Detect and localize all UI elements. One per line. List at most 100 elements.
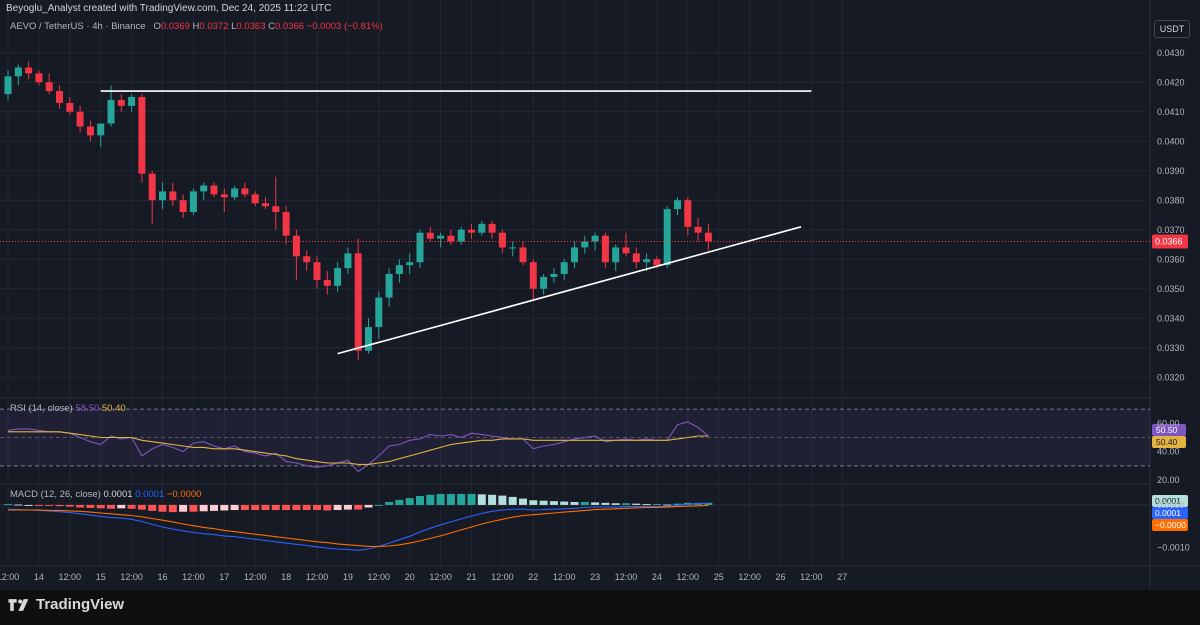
candle-body bbox=[601, 235, 609, 263]
macd-histogram-bar bbox=[65, 504, 74, 507]
candle-body bbox=[189, 191, 197, 213]
candle-body bbox=[694, 226, 702, 233]
symbol-legend: AEVO / TetherUS · 4h · Binance O0.0369 H… bbox=[10, 21, 383, 32]
candle-body bbox=[159, 191, 166, 201]
candle-body bbox=[97, 123, 105, 136]
macd-histogram-bar bbox=[107, 504, 115, 509]
candle-body bbox=[653, 259, 661, 266]
candle-body bbox=[117, 99, 125, 106]
rsi-legend[interactable]: RSI (14, close) 58.50 50.40 bbox=[10, 403, 126, 414]
macd-value-label: −0.0000 bbox=[1155, 520, 1186, 530]
candle-body bbox=[14, 67, 22, 77]
tradingview-logo[interactable]: TradingView bbox=[8, 596, 124, 613]
macd-histogram-bar bbox=[560, 501, 569, 505]
candle-body bbox=[76, 111, 84, 127]
close-value: 0.0366 bbox=[275, 21, 305, 32]
macd-hist-value: 0.0001 bbox=[103, 489, 133, 500]
macd-histogram-bar bbox=[395, 499, 404, 505]
macd-histogram-bar bbox=[210, 504, 218, 511]
price-tick-label: 0.0350 bbox=[1157, 284, 1185, 294]
symbol-name[interactable]: AEVO / TetherUS · 4h · Binance bbox=[10, 21, 146, 32]
candle-body bbox=[612, 247, 620, 263]
candle-body bbox=[498, 232, 506, 248]
chart-canvas: 0.0366 50.5050.40 0.00010.0001 −0.0000 12… bbox=[0, 0, 1200, 590]
macd-line-value: 0.0001 bbox=[135, 489, 165, 500]
x-tick-label: 12:00 bbox=[429, 572, 452, 582]
rsi-ma-value: 50.40 bbox=[101, 403, 126, 414]
candle-body bbox=[35, 73, 43, 83]
macd-histogram-bar bbox=[240, 504, 249, 511]
candle-body bbox=[560, 262, 568, 274]
candle-body bbox=[488, 223, 496, 233]
price-tick-label: 0.0380 bbox=[1157, 195, 1185, 205]
change-value: −0.0003 (−0.81%) bbox=[306, 21, 383, 32]
macd-histogram-bar bbox=[632, 503, 641, 505]
rsi-tick-label: 60.00 bbox=[1157, 418, 1180, 428]
chart-root: 0.0366 50.5050.40 0.00010.0001 −0.0000 12… bbox=[0, 0, 1200, 625]
currency-button[interactable]: USDT bbox=[1154, 20, 1190, 38]
macd-histogram-bar bbox=[663, 504, 672, 506]
rsi-value: 58.50 bbox=[75, 403, 100, 414]
candle-body bbox=[25, 67, 33, 74]
candle-body bbox=[365, 327, 372, 351]
macd-tick-label: 0.0000 bbox=[1157, 500, 1185, 510]
macd-title: MACD (12, 26, close) bbox=[10, 489, 101, 500]
candle-body bbox=[344, 253, 352, 269]
macd-legend[interactable]: MACD (12, 26, close) 0.0001 0.0001 −0.00… bbox=[10, 489, 201, 500]
candle-body bbox=[468, 229, 475, 233]
macd-histogram-bar bbox=[251, 504, 260, 511]
x-tick-label: 12:00 bbox=[677, 572, 700, 582]
macd-histogram-bar bbox=[405, 498, 414, 505]
open-value: 0.0369 bbox=[160, 21, 190, 32]
x-tick-label: 18 bbox=[281, 572, 291, 582]
price-tick-label: 0.0410 bbox=[1157, 107, 1185, 117]
macd-histogram-bar bbox=[292, 504, 301, 511]
rsi-tick-label: 20.00 bbox=[1157, 475, 1180, 485]
macd-histogram-bar bbox=[168, 504, 177, 513]
x-tick-label: 17 bbox=[219, 572, 229, 582]
candle-body bbox=[581, 241, 589, 248]
candle-body bbox=[395, 265, 403, 274]
rsi-pane: 50.5050.40 bbox=[0, 408, 1186, 473]
candle-body bbox=[107, 99, 115, 124]
candle-body bbox=[303, 256, 311, 263]
x-tick-label: 12:00 bbox=[491, 572, 514, 582]
macd-histogram-bar bbox=[333, 504, 342, 511]
price-tick-label: 0.0320 bbox=[1157, 372, 1185, 382]
x-tick-label: 12:00 bbox=[368, 572, 391, 582]
macd-histogram-bar bbox=[282, 504, 291, 511]
candle-body bbox=[334, 268, 342, 286]
candle-body bbox=[406, 262, 414, 266]
x-tick-label: 12:00 bbox=[553, 572, 576, 582]
candle-body bbox=[704, 232, 712, 242]
candle-body bbox=[674, 200, 681, 210]
macd-histogram-bar bbox=[436, 493, 445, 505]
macd-histogram-bar bbox=[591, 502, 600, 505]
macd-histogram-bar bbox=[529, 500, 538, 505]
candle-body bbox=[591, 235, 599, 242]
open-label: O bbox=[153, 21, 161, 32]
rsi-title: RSI (14, close) bbox=[10, 403, 73, 414]
tradingview-brand-text: TradingView bbox=[36, 596, 125, 613]
macd-histogram-bar bbox=[4, 504, 12, 506]
macd-histogram-bar bbox=[55, 504, 64, 507]
macd-histogram-bar bbox=[519, 498, 527, 505]
macd-histogram-bar bbox=[313, 504, 321, 511]
macd-histogram-bar bbox=[45, 504, 54, 506]
candle-body bbox=[529, 262, 537, 289]
x-tick-label: 14 bbox=[34, 572, 44, 582]
x-tick-label: 21 bbox=[466, 572, 476, 582]
macd-histogram-bar bbox=[179, 504, 188, 512]
macd-histogram-bar bbox=[385, 501, 394, 505]
macd-histogram-bar bbox=[323, 504, 332, 511]
macd-histogram-bar bbox=[642, 504, 651, 506]
macd-histogram-bar bbox=[96, 504, 105, 509]
price-tick-label: 0.0400 bbox=[1157, 136, 1185, 146]
macd-histogram-bar bbox=[302, 504, 311, 511]
macd-histogram-bar bbox=[86, 504, 95, 508]
candle-body bbox=[86, 126, 94, 136]
macd-histogram-bar bbox=[498, 495, 507, 505]
macd-histogram-bar bbox=[570, 501, 579, 505]
x-tick-label: 23 bbox=[590, 572, 600, 582]
macd-histogram-bar bbox=[14, 504, 23, 506]
